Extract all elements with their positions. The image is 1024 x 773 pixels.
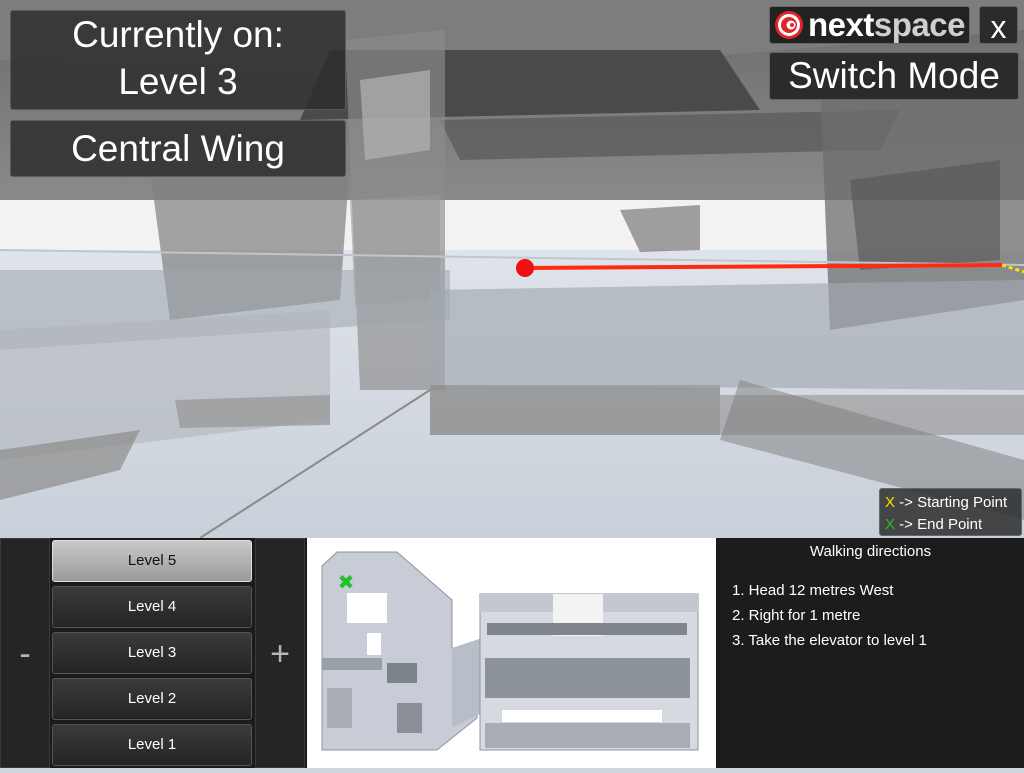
end-point-marker-icon: ✖ — [338, 570, 355, 594]
legend-end: X -> End Point — [885, 514, 1021, 536]
level-list: Level 5 Level 4 Level 3 Level 2 Level 1 — [52, 540, 252, 768]
start-marker-icon: X — [885, 494, 896, 511]
level-up-button[interactable]: + — [255, 538, 305, 768]
direction-step: 1. Head 12 metres West — [732, 582, 894, 599]
route-start-dot — [516, 259, 534, 277]
brand-wordmark: nextspace — [808, 6, 965, 44]
level-4-button[interactable]: Level 4 — [52, 586, 252, 628]
close-button[interactable]: x — [979, 6, 1018, 45]
direction-step: 3. Take the elevator to level 1 — [732, 632, 927, 649]
level-down-button[interactable]: - — [0, 538, 50, 768]
level-5-button[interactable]: Level 5 — [52, 540, 252, 582]
brand-name-part2: space — [873, 6, 966, 43]
level-3-button[interactable]: Level 3 — [52, 632, 252, 674]
current-level-caption: Currently on: — [72, 14, 284, 55]
wing-name-panel: Central Wing — [10, 120, 346, 177]
directions-title: Walking directions — [809, 543, 932, 560]
swirl-logo-icon — [775, 11, 803, 39]
legend-start-text: -> Starting Point — [895, 494, 1008, 511]
level-1-button[interactable]: Level 1 — [52, 724, 252, 766]
current-level-panel: Currently on: Level 3 — [10, 10, 346, 110]
current-level-value: Level 3 — [118, 61, 238, 102]
direction-step: 2. Right for 1 metre — [732, 607, 861, 624]
legend-start: X -> Starting Point — [885, 492, 1021, 514]
brand-name-part1: next — [808, 6, 874, 43]
floor-minimap[interactable]: ✖ — [307, 538, 716, 768]
brand-logo: nextspace — [769, 6, 970, 44]
floorplan-corridor — [452, 638, 482, 728]
end-marker-icon: X — [885, 516, 896, 533]
level-2-button[interactable]: Level 2 — [52, 678, 252, 720]
legend-end-text: -> End Point — [895, 516, 983, 533]
route-legend: X -> Starting Point X -> End Point — [879, 488, 1022, 536]
minimap-floorplan: ✖ — [321, 551, 699, 751]
switch-mode-button[interactable]: Switch Mode — [769, 52, 1019, 100]
walking-directions-panel: Walking directions 1. Head 12 metres Wes… — [717, 538, 1024, 768]
